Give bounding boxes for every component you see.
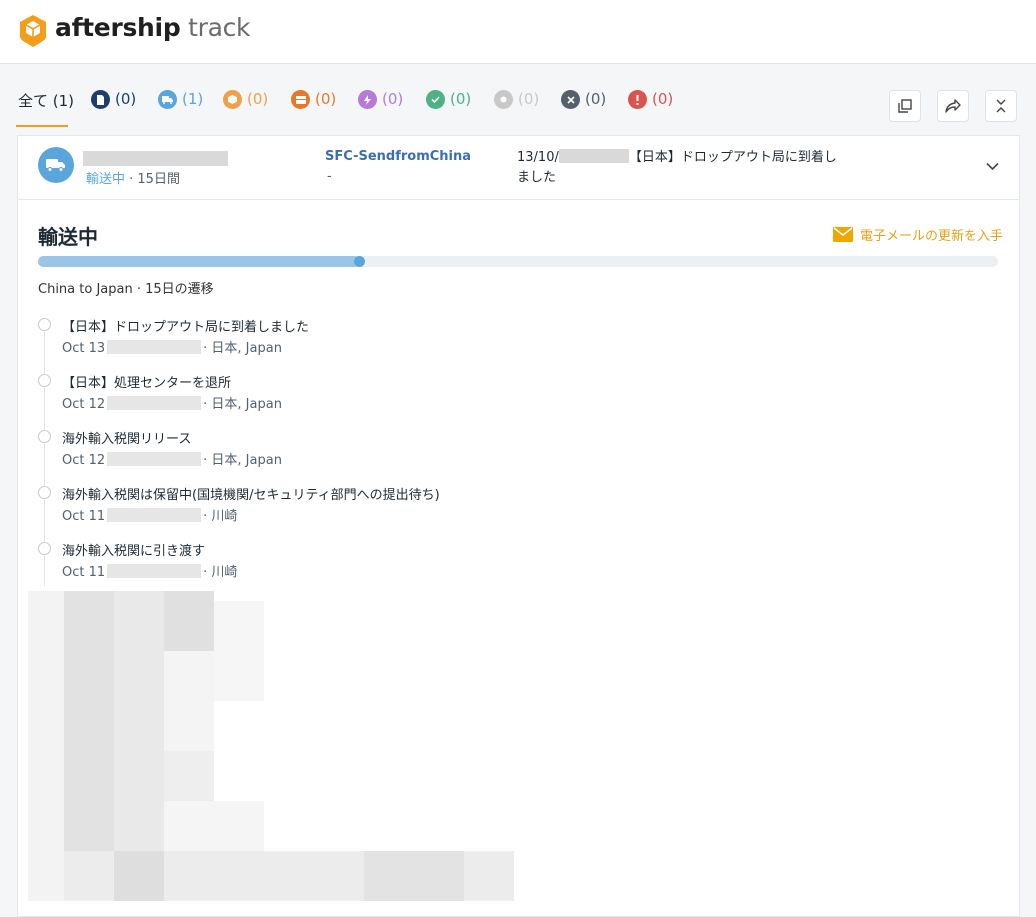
event-date: Oct 11 bbox=[62, 509, 106, 524]
timeline-event: 海外輸入税関に引き渡す Oct 11 · 川崎 bbox=[38, 540, 538, 596]
event-date: Oct 12 bbox=[62, 453, 106, 468]
route-summary: China to Japan · 15日の遷移 bbox=[38, 282, 214, 297]
tab-all-label: 全て (1) bbox=[18, 92, 75, 110]
tab-count: (0) bbox=[450, 90, 472, 108]
tab-in-transit[interactable]: (1) bbox=[158, 90, 203, 128]
progress-bar bbox=[38, 256, 998, 267]
event-location: · 川崎 bbox=[203, 509, 238, 524]
share-icon bbox=[945, 99, 961, 113]
event-meta: Oct 13 · 日本, Japan bbox=[62, 337, 282, 356]
copy-button[interactable] bbox=[889, 90, 921, 122]
tab-failed-attempt[interactable]: (0) bbox=[358, 90, 403, 128]
brand-wordmark[interactable]: aftership track bbox=[55, 13, 251, 42]
document-icon bbox=[91, 90, 110, 109]
status-text: 輸送中 bbox=[86, 172, 126, 187]
tab-delivered[interactable]: (0) bbox=[426, 90, 471, 128]
brand-suffix: track bbox=[188, 13, 251, 42]
tab-pending[interactable]: (0) bbox=[628, 90, 673, 128]
redacted-time bbox=[107, 564, 202, 578]
tab-available-pickup[interactable]: (0) bbox=[291, 90, 336, 128]
timeline-event: 【日本】処理センターを退所 Oct 12 · 日本, Japan bbox=[38, 372, 538, 428]
timeline-dot bbox=[38, 374, 51, 387]
event-meta: Oct 12 · 日本, Japan bbox=[62, 449, 282, 468]
tab-count: (0) bbox=[585, 90, 607, 108]
timeline-dot bbox=[38, 318, 51, 331]
copy-icon bbox=[898, 99, 912, 113]
event-description: 海外輸入税関は保留中(国境機関/セキュリティ部門への提出待ち) bbox=[62, 488, 440, 503]
close-icon bbox=[561, 90, 580, 109]
event-date: Oct 13 bbox=[62, 341, 106, 356]
event-location: · 川崎 bbox=[203, 565, 238, 580]
event-description: 【日本】処理センターを退所 bbox=[62, 376, 232, 391]
event-location: · 日本, Japan bbox=[203, 397, 282, 412]
tab-count: (0) bbox=[652, 90, 674, 108]
package-icon bbox=[223, 90, 242, 109]
timeline-event: 【日本】ドロップアウト局に到着しました Oct 13 · 日本, Japan bbox=[38, 316, 538, 372]
app-header: aftership track bbox=[0, 0, 1036, 64]
timeline-event: 海外輸入税関は保留中(国境機関/セキュリティ部門への提出待ち) Oct 11 · … bbox=[38, 484, 538, 540]
tab-expired[interactable]: (0) bbox=[494, 90, 539, 128]
redacted-time bbox=[107, 508, 202, 522]
share-button[interactable] bbox=[937, 90, 969, 122]
event-location: · 日本, Japan bbox=[203, 453, 282, 468]
latest-checkpoint: 13/10/【日本】ドロップアウト局に到着しました bbox=[517, 148, 837, 188]
event-meta: Oct 12 · 日本, Japan bbox=[62, 393, 282, 412]
collapse-button[interactable] bbox=[985, 90, 1017, 122]
redacted-time bbox=[107, 396, 202, 410]
tab-info-received[interactable]: (0) bbox=[91, 90, 136, 128]
tab-all[interactable]: 全て (1) bbox=[15, 90, 75, 128]
event-description: 海外輸入税関リリース bbox=[62, 432, 192, 447]
shipment-card: 輸送中 · 15日間 SFC-SendfromChina - 13/10/【日本… bbox=[17, 135, 1020, 917]
tab-exception[interactable]: (0) bbox=[561, 90, 606, 128]
redacted-time bbox=[107, 452, 202, 466]
tab-count: (1) bbox=[182, 90, 204, 108]
tab-out-for-delivery[interactable]: (0) bbox=[223, 90, 268, 128]
event-meta: Oct 11 · 川崎 bbox=[62, 505, 237, 524]
event-date: Oct 12 bbox=[62, 397, 106, 412]
latest-date: 13/10/ bbox=[517, 150, 559, 165]
truck-icon bbox=[38, 147, 74, 183]
status-heading: 輸送中 bbox=[38, 225, 98, 249]
tab-count: (0) bbox=[115, 90, 137, 108]
tab-count: (0) bbox=[382, 90, 404, 108]
email-link-label: 電子メールの更新を入手 bbox=[860, 229, 1004, 244]
progress-marker bbox=[354, 256, 365, 267]
delivery-icon bbox=[291, 90, 310, 109]
expired-icon bbox=[494, 90, 513, 109]
progress-fill bbox=[38, 256, 360, 267]
tab-count: (0) bbox=[518, 90, 540, 108]
courier-link[interactable]: SFC-SendfromChina bbox=[325, 149, 471, 164]
brand-name: aftership bbox=[55, 13, 181, 42]
event-description: 【日本】ドロップアウト局に到着しました bbox=[62, 320, 310, 335]
mail-icon bbox=[833, 227, 853, 242]
timeline-dot bbox=[38, 542, 51, 555]
timeline-dot bbox=[38, 486, 51, 499]
truck-icon bbox=[158, 90, 177, 109]
shipment-summary-row[interactable]: 輸送中 · 15日間 SFC-SendfromChina - 13/10/【日本… bbox=[18, 136, 1019, 200]
shipment-status: 輸送中 · 15日間 bbox=[86, 168, 180, 187]
event-location: · 日本, Japan bbox=[203, 341, 282, 356]
exclamation-icon bbox=[628, 90, 647, 109]
check-icon bbox=[426, 90, 445, 109]
tab-count: (0) bbox=[247, 90, 269, 108]
redacted-time bbox=[107, 340, 202, 354]
tab-count: (0) bbox=[315, 90, 337, 108]
status-filter-tabs: 全て (1) (0) (1) (0) (0) (0) (0) (0) (0) (… bbox=[0, 64, 1036, 134]
status-days: · 15日間 bbox=[125, 172, 180, 187]
timeline-event: 海外輸入税関リリース Oct 12 · 日本, Japan bbox=[38, 428, 538, 484]
chevron-down-icon[interactable] bbox=[986, 156, 999, 175]
lightning-icon bbox=[358, 90, 377, 109]
event-meta: Oct 11 · 川崎 bbox=[62, 561, 237, 580]
event-description: 海外輸入税関に引き渡す bbox=[62, 544, 206, 559]
aftership-logo-icon bbox=[18, 14, 48, 48]
email-updates-link[interactable]: 電子メールの更新を入手 bbox=[833, 225, 1003, 244]
courier-subtext: - bbox=[327, 169, 332, 184]
timeline-dot bbox=[38, 430, 51, 443]
collapse-icon bbox=[996, 99, 1006, 113]
redacted-tracking-number bbox=[83, 151, 228, 166]
redacted-time bbox=[558, 149, 629, 163]
event-date: Oct 11 bbox=[62, 565, 106, 580]
